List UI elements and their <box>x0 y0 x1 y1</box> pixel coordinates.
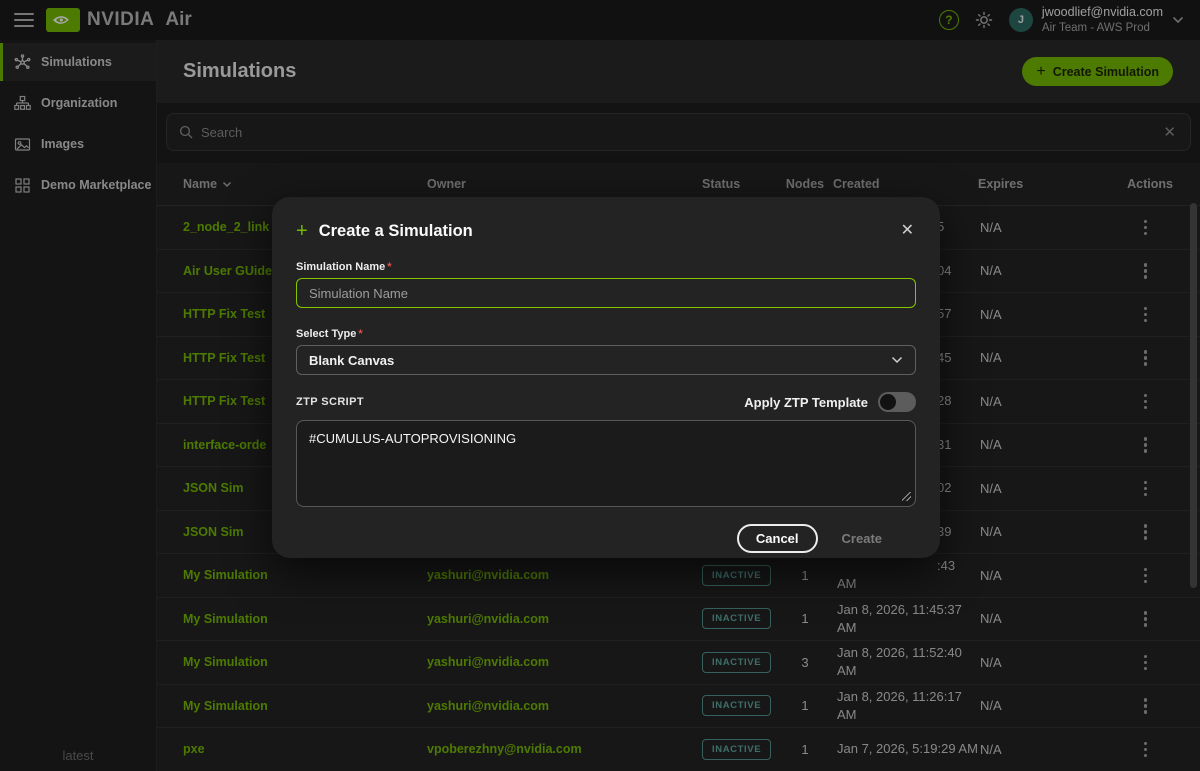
toggle-knob <box>880 394 896 410</box>
select-type-label: Select Type* <box>296 328 916 340</box>
nvidia-air-app: NVIDIA Air ? J jwoodlief@nvidia.com Air … <box>0 0 1200 771</box>
ztp-script-textarea[interactable]: #CUMULUS-AUTOPROVISIONING <box>296 420 916 507</box>
apply-ztp-template-toggle[interactable] <box>878 392 916 412</box>
apply-ztp-template-label: Apply ZTP Template <box>744 395 868 410</box>
simulation-name-input[interactable] <box>296 278 916 308</box>
type-select[interactable]: Blank Canvas <box>296 345 916 375</box>
chevron-down-icon <box>891 356 903 364</box>
required-asterisk: * <box>358 328 362 340</box>
modal-header: + Create a Simulation ✕ <box>272 197 940 241</box>
ztp-row: ZTP SCRIPT Apply ZTP Template <box>296 392 916 412</box>
modal-footer: Cancel Create <box>296 507 916 553</box>
create-button[interactable]: Create <box>834 531 890 546</box>
simulation-name-label: Simulation Name* <box>296 261 916 273</box>
close-icon[interactable]: ✕ <box>899 221 916 241</box>
create-simulation-modal: + Create a Simulation ✕ Simulation Name*… <box>272 197 940 558</box>
type-select-value: Blank Canvas <box>309 353 394 368</box>
modal-body: Simulation Name* Select Type* Blank Canv… <box>272 261 940 553</box>
required-asterisk: * <box>387 261 391 273</box>
ztp-script-label: ZTP SCRIPT <box>296 396 364 408</box>
plus-icon: + <box>296 221 308 241</box>
modal-title: Create a Simulation <box>319 222 473 241</box>
cancel-button[interactable]: Cancel <box>737 524 818 553</box>
